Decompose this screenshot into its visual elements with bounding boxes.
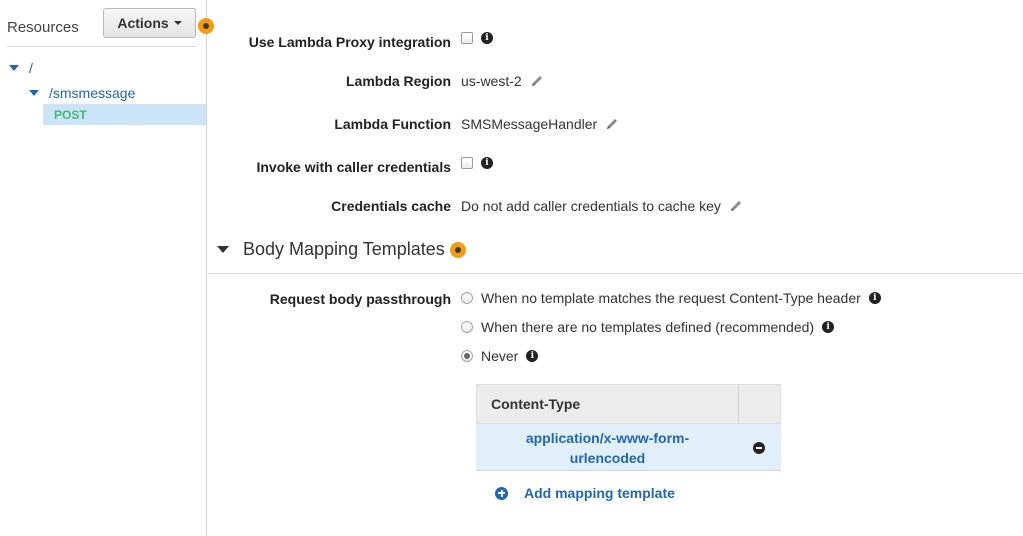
passthrough-option-never[interactable]: Never i xyxy=(461,348,539,364)
caller-credentials-value: i xyxy=(461,157,493,169)
row-actions xyxy=(738,425,780,470)
integration-request-panel: Use Lambda Proxy integration i Lambda Re… xyxy=(208,0,1023,536)
actions-label: Actions xyxy=(117,15,169,31)
actions-button[interactable]: Actions xyxy=(103,8,196,38)
radio-button[interactable] xyxy=(461,321,473,333)
column-header-actions xyxy=(738,385,780,423)
lambda-region-text: us-west-2 xyxy=(461,73,522,89)
credentials-cache-text: Do not add caller credentials to cache k… xyxy=(461,198,721,214)
table-row[interactable]: application/x-www-form-urlencoded xyxy=(476,424,781,471)
pencil-icon[interactable] xyxy=(605,117,619,131)
lambda-region-value: us-west-2 xyxy=(461,73,544,89)
body-mapping-section-toggle[interactable]: Body Mapping Templates xyxy=(217,239,445,260)
tree-item-post-method[interactable]: POST xyxy=(43,104,206,125)
proxy-integration-label: Use Lambda Proxy integration xyxy=(248,34,451,50)
passthrough-option-no-templates[interactable]: When there are no templates defined (rec… xyxy=(461,319,835,335)
credentials-cache-value: Do not add caller credentials to cache k… xyxy=(461,198,743,214)
pencil-icon[interactable] xyxy=(530,74,544,88)
info-icon[interactable]: i xyxy=(822,321,835,333)
option-label: When no template matches the request Con… xyxy=(481,290,861,306)
credentials-cache-label: Credentials cache xyxy=(331,198,451,214)
caller-credentials-label: Invoke with caller credentials xyxy=(256,159,451,175)
content-type-link[interactable]: application/x-www-form-urlencoded xyxy=(477,425,738,470)
tree-item-label: /smsmessage xyxy=(49,85,136,101)
section-title: Body Mapping Templates xyxy=(243,239,445,259)
info-icon[interactable]: i xyxy=(481,157,493,169)
method-label: POST xyxy=(54,108,87,122)
lambda-function-label: Lambda Function xyxy=(334,116,451,132)
add-circle-icon[interactable] xyxy=(495,486,508,500)
add-mapping-template-button[interactable]: Add mapping template xyxy=(495,485,675,501)
chevron-down-icon xyxy=(173,21,182,25)
lambda-function-value: SMSMessageHandler xyxy=(461,116,619,132)
proxy-integration-checkbox[interactable] xyxy=(461,32,473,44)
resources-sidebar: Resources Actions / /smsmessage POST xyxy=(0,0,207,536)
add-mapping-template-label: Add mapping template xyxy=(524,485,675,501)
proxy-integration-value: i xyxy=(461,32,493,44)
tree-item-label: / xyxy=(29,60,33,76)
expand-caret-icon[interactable] xyxy=(9,65,19,71)
option-label: When there are no templates defined (rec… xyxy=(481,319,815,335)
help-badge-icon[interactable] xyxy=(450,242,466,258)
radio-button-selected[interactable] xyxy=(461,350,473,362)
radio-button[interactable] xyxy=(461,292,473,304)
caller-credentials-checkbox[interactable] xyxy=(461,157,473,169)
collapse-caret-icon[interactable] xyxy=(217,246,229,253)
option-label: Never xyxy=(481,348,519,364)
divider xyxy=(7,46,196,47)
info-icon[interactable]: i xyxy=(481,32,493,44)
table-header: Content-Type xyxy=(476,384,781,424)
info-icon[interactable]: i xyxy=(868,292,881,304)
tree-item-root[interactable]: / xyxy=(9,60,33,76)
expand-caret-icon[interactable] xyxy=(29,90,39,96)
column-header-content-type: Content-Type xyxy=(491,396,581,412)
passthrough-option-when-no-match[interactable]: When no template matches the request Con… xyxy=(461,290,881,306)
content-type-table: Content-Type application/x-www-form-urle… xyxy=(476,384,781,471)
tree-item-smsmessage[interactable]: /smsmessage xyxy=(29,85,135,101)
lambda-region-label: Lambda Region xyxy=(345,73,451,89)
resources-title: Resources xyxy=(7,19,79,36)
divider xyxy=(208,273,1023,274)
passthrough-label: Request body passthrough xyxy=(269,291,451,307)
remove-icon[interactable] xyxy=(753,441,765,454)
info-icon[interactable]: i xyxy=(526,350,539,362)
pencil-icon[interactable] xyxy=(729,199,743,213)
lambda-function-text: SMSMessageHandler xyxy=(461,116,598,132)
